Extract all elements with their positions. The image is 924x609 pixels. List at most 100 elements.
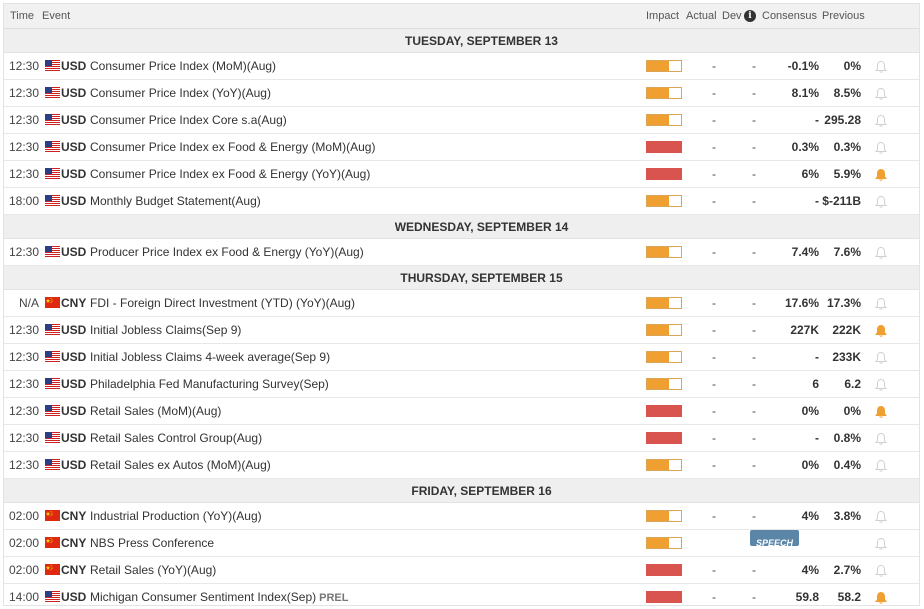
actual-value: - [712,323,716,337]
currency-code: USD [61,113,87,127]
event-name[interactable]: Producer Price Index ex Food & Energy (Y… [90,239,364,265]
event-row[interactable]: N/A CNY FDI - Foreign Direct Investment (Y… [4,290,919,317]
currency-code: USD [61,86,87,100]
event-title[interactable]: Retail Sales ex Autos (MoM)(Aug) [90,458,271,472]
day-header: FRIDAY, SEPTEMBER 16 [4,479,919,503]
event-name[interactable]: Initial Jobless Claims 4-week average(Se… [90,344,330,370]
deviation-value: - [752,194,756,208]
impact-indicator [646,405,682,417]
event-row[interactable]: 12:30 USD Philadelphia Fed Manufacturing S… [4,371,919,398]
event-name[interactable]: Industrial Production (YoY)(Aug) [90,503,262,529]
event-row[interactable]: 12:30 USD Consumer Price Index Core s.a(Au… [4,107,919,134]
event-name[interactable]: Consumer Price Index ex Food & Energy (Y… [90,161,370,187]
impact-indicator [646,564,682,576]
event-title[interactable]: Consumer Price Index (MoM)(Aug) [90,59,276,73]
info-icon[interactable]: i [744,10,756,22]
speech-badge: SPEECH [750,530,800,548]
alert-bell-icon[interactable] [874,60,888,74]
alert-bell-active-icon[interactable] [874,591,888,605]
event-name[interactable]: Retail Sales ex Autos (MoM)(Aug) [90,452,271,478]
event-title[interactable]: Michigan Consumer Sentiment Index(Sep) [90,590,316,604]
event-row[interactable]: 12:30 USD Consumer Price Index ex Food & E… [4,134,919,161]
event-title[interactable]: Monthly Budget Statement(Aug) [90,194,261,208]
previous-value: 0.8% [833,431,861,445]
consensus-value: 4% [801,563,819,577]
event-row[interactable]: 18:00 USD Monthly Budget Statement(Aug) - - -… [4,188,919,215]
event-row[interactable]: 12:30 USD Consumer Price Index ex Food & E… [4,161,919,188]
column-event[interactable]: Event [42,10,70,22]
event-row[interactable]: 12:30 USD Retail Sales Control Group(Aug) -… [4,425,919,452]
day-header: WEDNESDAY, SEPTEMBER 14 [4,215,919,239]
actual-value: - [712,509,716,523]
event-title[interactable]: Consumer Price Index ex Food & Energy (Y… [90,167,370,181]
event-name[interactable]: Philadelphia Fed Manufacturing Survey(Se… [90,371,329,397]
column-dev[interactable]: Dev [722,10,742,22]
event-name[interactable]: Consumer Price Index Core s.a(Aug) [90,107,287,133]
event-title[interactable]: Retail Sales Control Group(Aug) [90,431,262,445]
event-name[interactable]: Retail Sales (YoY)(Aug) [90,557,216,583]
alert-bell-icon[interactable] [874,114,888,128]
alert-bell-icon[interactable] [874,459,888,473]
deviation-value: - [752,86,756,100]
event-name[interactable]: Consumer Price Index (MoM)(Aug) [90,53,276,79]
event-title[interactable]: Initial Jobless Claims(Sep 9) [90,323,241,337]
alert-bell-icon[interactable] [874,378,888,392]
column-actual[interactable]: Actual [686,10,717,22]
previous-value: 222K [832,323,861,337]
column-consensus[interactable]: Consensus [762,10,817,22]
event-row[interactable]: 12:30 USD Producer Price Index ex Food & E… [4,239,919,266]
event-title[interactable]: FDI - Foreign Direct Investment (YTD) (Y… [90,296,355,310]
alert-bell-active-icon[interactable] [874,324,888,338]
event-row[interactable]: 12:30 USD Consumer Price Index (MoM)(Aug) -… [4,53,919,80]
column-time[interactable]: Time [10,10,34,22]
event-name[interactable]: Consumer Price Index (YoY)(Aug) [90,80,271,106]
alert-bell-icon[interactable] [874,195,888,209]
alert-bell-icon[interactable] [874,510,888,524]
alert-bell-icon[interactable] [874,537,888,551]
alert-bell-icon[interactable] [874,432,888,446]
alert-bell-icon[interactable] [874,297,888,311]
event-title[interactable]: Retail Sales (YoY)(Aug) [90,563,216,577]
event-title[interactable]: Philadelphia Fed Manufacturing Survey(Se… [90,377,329,391]
event-row[interactable]: 12:30 USD Initial Jobless Claims 4-week av… [4,344,919,371]
event-row[interactable]: 12:30 USD Initial Jobless Claims(Sep 9) - - 2… [4,317,919,344]
alert-bell-icon[interactable] [874,141,888,155]
alert-bell-icon[interactable] [874,87,888,101]
event-row[interactable]: 02:00 CNY NBS Press Conference SPEECH [4,530,919,557]
event-name[interactable]: Consumer Price Index ex Food & Energy (M… [90,134,375,160]
us-flag-icon [45,168,60,179]
event-name[interactable]: Retail Sales (MoM)(Aug) [90,398,221,424]
event-title[interactable]: Consumer Price Index (YoY)(Aug) [90,86,271,100]
event-row[interactable]: 12:30 USD Retail Sales ex Autos (MoM)(Aug)… [4,452,919,479]
alert-bell-active-icon[interactable] [874,405,888,419]
alert-bell-icon[interactable] [874,351,888,365]
event-row[interactable]: 12:30 USD Retail Sales (MoM)(Aug) - - 0% 0% [4,398,919,425]
deviation-value: - [752,59,756,73]
event-row[interactable]: 14:00 USD Michigan Consumer Sentiment Inde… [4,584,919,605]
column-previous[interactable]: Previous [822,10,865,22]
event-row[interactable]: 02:00 CNY Retail Sales (YoY)(Aug) - - 4% 2.7% [4,557,919,584]
event-name[interactable]: Michigan Consumer Sentiment Index(Sep) PR… [90,584,348,605]
event-name[interactable]: Initial Jobless Claims(Sep 9) [90,317,241,343]
alert-bell-icon[interactable] [874,246,888,260]
event-title[interactable]: Consumer Price Index ex Food & Energy (M… [90,140,375,154]
event-name[interactable]: Retail Sales Control Group(Aug) [90,425,262,451]
event-row[interactable]: 12:30 USD Consumer Price Index (YoY)(Aug) -… [4,80,919,107]
event-title[interactable]: Consumer Price Index Core s.a(Aug) [90,113,287,127]
event-time: N/A [18,296,39,310]
event-title[interactable]: Initial Jobless Claims 4-week average(Se… [90,350,330,364]
consensus-value: - [815,431,819,445]
alert-bell-icon[interactable] [874,564,888,578]
event-time: 02:00 [8,509,39,523]
event-name[interactable]: FDI - Foreign Direct Investment (YTD) (Y… [90,290,355,316]
previous-value: 58.2 [837,590,861,604]
event-name[interactable]: Monthly Budget Statement(Aug) [90,188,261,214]
column-impact[interactable]: Impact [646,10,679,22]
event-row[interactable]: 02:00 CNY Industrial Production (YoY)(Aug)… [4,503,919,530]
event-title[interactable]: NBS Press Conference [90,536,214,550]
event-title[interactable]: Retail Sales (MoM)(Aug) [90,404,221,418]
event-title[interactable]: Producer Price Index ex Food & Energy (Y… [90,245,364,259]
alert-bell-active-icon[interactable] [874,168,888,182]
event-title[interactable]: Industrial Production (YoY)(Aug) [90,509,262,523]
event-name[interactable]: NBS Press Conference [90,530,214,556]
